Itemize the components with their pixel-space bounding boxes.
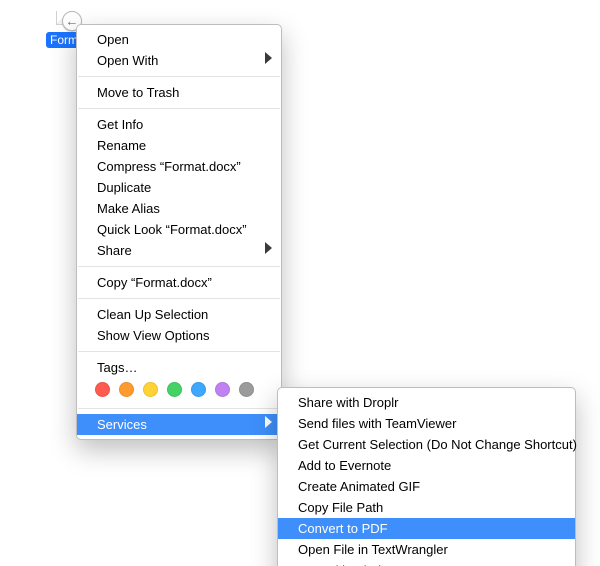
menu-item-label: Add to Evernote (298, 458, 391, 473)
services-item-share-droplr[interactable]: Share with Droplr (278, 392, 575, 413)
menu-item-label: Copy File Path (298, 500, 383, 515)
services-item-send-teamviewer[interactable]: Send files with TeamViewer (278, 413, 575, 434)
chevron-right-icon (265, 242, 272, 254)
menu-item-label: Tags… (97, 360, 137, 375)
menu-item-label: Create Animated GIF (298, 479, 420, 494)
services-submenu: Share with Droplr Send files with TeamVie… (277, 387, 576, 566)
menu-item-services[interactable]: Services (77, 414, 281, 435)
tag-color-6[interactable] (239, 382, 254, 397)
menu-item-label: Share (97, 243, 132, 258)
chevron-right-icon (265, 416, 272, 428)
tag-color-5[interactable] (215, 382, 230, 397)
menu-item-label: Clean Up Selection (97, 307, 208, 322)
menu-separator (78, 298, 280, 299)
menu-item-label: Show View Options (97, 328, 210, 343)
menu-separator (78, 408, 280, 409)
tag-color-0[interactable] (95, 382, 110, 397)
menu-item-make-alias[interactable]: Make Alias (77, 198, 281, 219)
menu-item-label: Open File in TextWrangler (298, 542, 448, 557)
menu-item-label: Get Info (97, 117, 143, 132)
menu-item-get-info[interactable]: Get Info (77, 114, 281, 135)
menu-item-share[interactable]: Share (77, 240, 281, 261)
file-icon: ← (68, 12, 70, 27)
chevron-right-icon (265, 52, 272, 64)
menu-item-show-view-options[interactable]: Show View Options (77, 325, 281, 346)
menu-item-label: Open (97, 32, 129, 47)
menu-item-quick-look[interactable]: Quick Look “Format.docx” (77, 219, 281, 240)
menu-item-label: Quick Look “Format.docx” (97, 222, 247, 237)
menu-separator (78, 108, 280, 109)
menu-item-compress[interactable]: Compress “Format.docx” (77, 156, 281, 177)
menu-item-label: Convert to PDF (298, 521, 388, 536)
menu-item-open[interactable]: Open (77, 29, 281, 50)
menu-separator (78, 76, 280, 77)
menu-item-label: Share with Droplr (298, 395, 398, 410)
menu-item-clean-up-selection[interactable]: Clean Up Selection (77, 304, 281, 325)
tag-color-2[interactable] (143, 382, 158, 397)
services-item-open-in-textwrangler[interactable]: Open File in TextWrangler (278, 539, 575, 560)
context-menu: Open Open With Move to Trash Get Info Rename… (76, 24, 282, 440)
menu-item-label: Get Current Selection (Do Not Change Sho… (298, 437, 577, 452)
menu-item-move-to-trash[interactable]: Move to Trash (77, 82, 281, 103)
menu-item-tags[interactable]: Tags… (77, 357, 281, 378)
services-item-add-to-evernote[interactable]: Add to Evernote (278, 455, 575, 476)
menu-item-label: Copy “Format.docx” (97, 275, 212, 290)
menu-item-label: Send files with TeamViewer (298, 416, 457, 431)
menu-item-copy[interactable]: Copy “Format.docx” (77, 272, 281, 293)
tag-color-4[interactable] (191, 382, 206, 397)
desktop: ← Format OpenOpen WithMove to TrashGet I… (0, 0, 600, 566)
menu-separator (78, 351, 280, 352)
tag-color-1[interactable] (119, 382, 134, 397)
tags-color-row (77, 378, 281, 403)
menu-item-label: Make Alias (97, 201, 160, 216)
menu-item-rename[interactable]: Rename (77, 135, 281, 156)
menu-item-label: Services (97, 417, 147, 432)
menu-item-label: Compress “Format.docx” (97, 159, 241, 174)
services-item-get-current-selection[interactable]: Get Current Selection (Do Not Change Sho… (278, 434, 575, 455)
tag-color-3[interactable] (167, 382, 182, 397)
services-item-copy-file-path[interactable]: Copy File Path (278, 497, 575, 518)
menu-separator (78, 266, 280, 267)
menu-item-duplicate[interactable]: Duplicate (77, 177, 281, 198)
menu-item-label: Open With (97, 53, 158, 68)
services-item-create-animated-gif[interactable]: Create Animated GIF (278, 476, 575, 497)
menu-item-label: Duplicate (97, 180, 151, 195)
services-item-reveal-in-finder[interactable]: Reveal in Finder (278, 560, 575, 566)
services-item-convert-to-pdf[interactable]: Convert to PDF (278, 518, 575, 539)
menu-item-label: Rename (97, 138, 146, 153)
menu-item-label: Move to Trash (97, 85, 179, 100)
menu-item-open-with[interactable]: Open With (77, 50, 281, 71)
